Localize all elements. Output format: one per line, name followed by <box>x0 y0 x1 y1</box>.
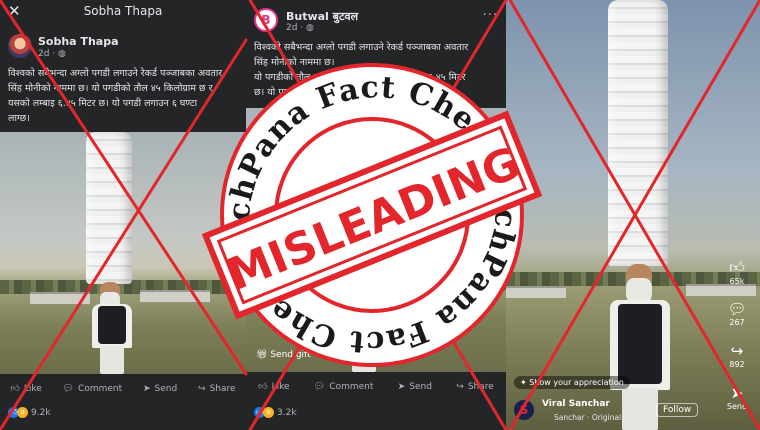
share-icon: ↪ <box>198 384 206 394</box>
post-panel-butwal: B Butwal बुटवल 2d · ◍ ··· विश्वको सबैभन्… <box>246 0 506 430</box>
send-button[interactable]: ➤ Send <box>398 382 432 392</box>
messenger-icon: ➤ <box>397 382 406 392</box>
post-text-line: विश्वको सबैभन्दा अग्लो पगडी लगाउने रेकर्… <box>254 42 469 53</box>
reaction-summary[interactable]: 👍︎ o 9.2k <box>8 407 51 418</box>
post-actions: 👍︎ Like 💬︎ Comment ➤ Send ↪ Share <box>246 374 506 400</box>
post-text-line: लाग्छ। <box>8 113 30 124</box>
share-icon: ↪ <box>730 342 744 360</box>
comment-button[interactable]: 💬︎ Comment <box>314 382 374 392</box>
reel-like-button[interactable]: 👍︎ 65k <box>722 258 752 286</box>
post-photo[interactable]: 🎁︎ Send gift <box>246 108 506 372</box>
globe-icon: ◍ <box>306 23 314 33</box>
reel-comment-count: 267 <box>729 318 745 327</box>
post-text: विश्वको सबैभन्दा अग्लो पगडी लगाउने रेकर्… <box>8 66 244 126</box>
reel-like-count: 65k <box>729 277 745 286</box>
thumbs-up-icon: 👍︎ <box>258 382 268 392</box>
wow-reaction-icon: o <box>17 407 28 418</box>
like-button[interactable]: 👍︎ Like <box>258 382 289 392</box>
post-text-line: छ। यो पगडी लगाउन ६ घण्टा लाग्छ। <box>254 87 378 98</box>
share-button[interactable]: ↪ Share <box>198 384 236 394</box>
more-options-icon[interactable]: ··· <box>483 8 498 23</box>
reaction-count: 3.2k <box>277 407 297 418</box>
post-time: 2d · ◍ <box>38 49 66 59</box>
reel-comment-button[interactable]: 💬︎ 267 <box>722 300 752 327</box>
post-panel-sobha: ✕ Sobha Thapa Sobha Thapa 2d · ◍ विश्वको… <box>0 0 246 430</box>
messenger-icon: ➤ <box>142 384 151 394</box>
post-text-line: यो पगडीको तौल ४५ किलोग्राम छ र यसको लम्ब… <box>254 72 466 83</box>
follow-button[interactable]: Follow <box>656 403 699 417</box>
reaction-summary[interactable]: 👍︎ o 3.2k <box>254 407 297 418</box>
post-text-line: विश्वको सबैभन्दा अग्लो पगडी लगाउने रेकर्… <box>8 68 223 79</box>
reel-account-name[interactable]: Viral Sanchar <box>542 399 610 409</box>
wow-reaction-icon: o <box>263 407 274 418</box>
share-icon: ↪ <box>456 382 464 392</box>
reel-audio[interactable]: Sanchar · Original audio <box>554 413 644 422</box>
reaction-count: 9.2k <box>31 407 51 418</box>
stars-icon: ✦ <box>520 378 527 387</box>
reel-share-button[interactable]: ↪ 892 <box>722 342 752 369</box>
author-name[interactable]: Butwal बुटवल <box>286 9 358 24</box>
globe-icon: ◍ <box>58 49 66 59</box>
reel-panel: 👍︎ 65k 💬︎ 267 ↪ 892 ➤ Send ✦ Show your appre… <box>506 0 760 430</box>
comment-button[interactable]: 💬︎ Comment <box>63 384 123 394</box>
send-button[interactable]: ➤ Send <box>143 384 177 394</box>
thumbs-up-icon: 👍︎ <box>729 258 745 276</box>
post-text-line: सिंह मोनीको नाममा छ। यो पगडीको तौल ४५ कि… <box>8 83 213 94</box>
gift-icon: 🎁︎ <box>256 350 268 360</box>
author-name[interactable]: Sobha Thapa <box>38 35 119 48</box>
post-text-line: यसको लम्बाइ ६.४५ मिटर छ। यो पगडी लगाउन ६… <box>8 98 198 109</box>
comment-icon: 💬︎ <box>62 384 75 394</box>
topbar-title: Sobha Thapa <box>83 4 163 18</box>
post-text-line: सिंह मोनीको नाममा छ। <box>254 57 335 68</box>
post-actions: 👍︎ Like 💬︎ Comment ➤ Send ↪ Share <box>0 376 246 402</box>
share-button[interactable]: ↪ Share <box>456 382 494 392</box>
like-button[interactable]: 👍︎ Like <box>10 384 41 394</box>
post-time: 2d · ◍ <box>286 23 314 33</box>
send-gift-button[interactable]: 🎁︎ Send gift <box>256 350 311 360</box>
reel-share-count: 892 <box>729 360 745 369</box>
avatar[interactable] <box>8 34 32 58</box>
post-text: विश्वको सबैभन्दा अग्लो पगडी लगाउने रेकर्… <box>254 40 502 100</box>
avatar[interactable]: S <box>514 400 534 420</box>
appreciation-chip[interactable]: ✦ Show your appreciation <box>514 376 630 389</box>
reel-send-button[interactable]: ➤ Send <box>722 384 752 411</box>
messenger-icon: ➤ <box>730 384 744 402</box>
comment-icon: 💬︎ <box>727 300 747 318</box>
post-photo[interactable] <box>0 132 246 374</box>
post-topbar: ✕ Sobha Thapa <box>0 0 246 26</box>
thumbs-up-icon: 👍︎ <box>10 384 20 394</box>
avatar[interactable]: B <box>254 8 278 32</box>
comment-icon: 💬︎ <box>313 382 326 392</box>
